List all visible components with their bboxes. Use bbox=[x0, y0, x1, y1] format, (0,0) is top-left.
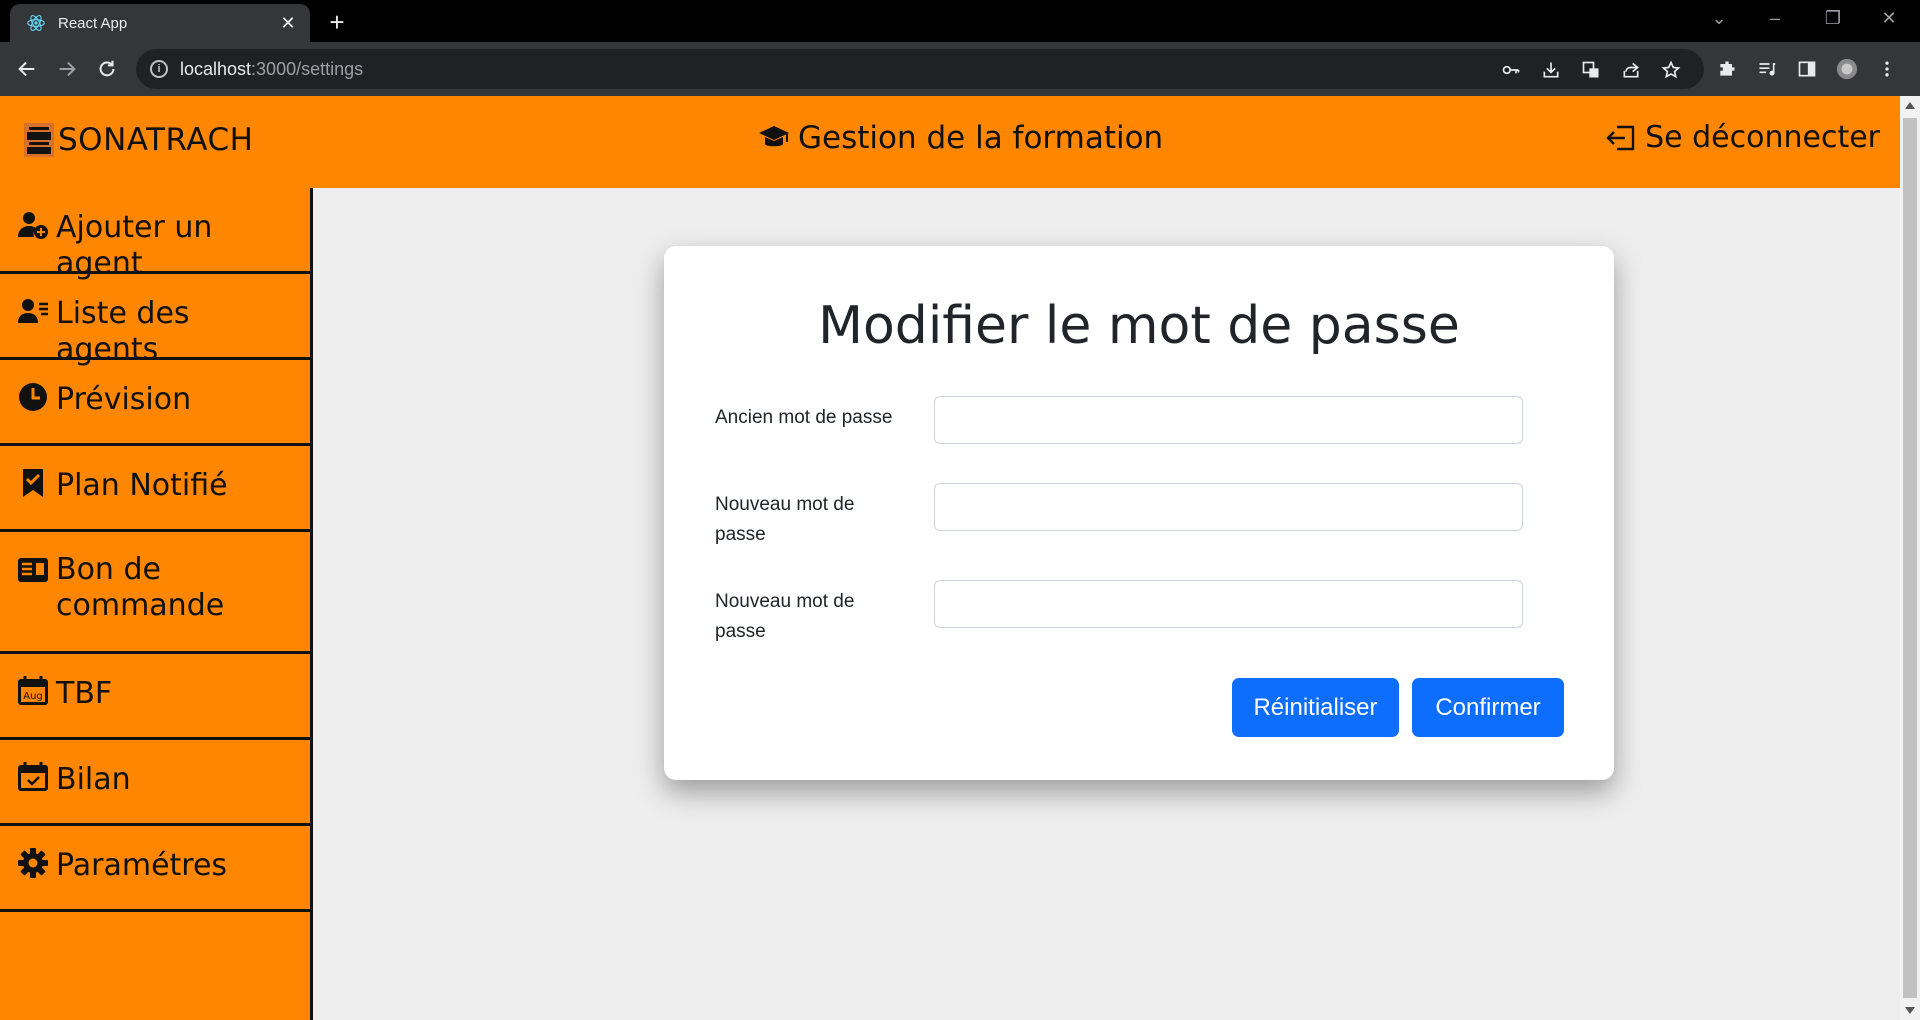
scrollbar-thumb[interactable] bbox=[1903, 118, 1917, 998]
gear-icon bbox=[18, 848, 48, 878]
reload-button[interactable] bbox=[92, 54, 122, 84]
sidebar-item-label: Liste des agents bbox=[56, 296, 190, 367]
new-password-label: Nouveau mot de passe bbox=[715, 494, 855, 545]
browser-tab[interactable]: React App ✕ bbox=[10, 4, 310, 42]
sonatrach-logo bbox=[24, 123, 54, 157]
url-host: localhost bbox=[180, 58, 252, 79]
arrow-right-icon bbox=[59, 61, 76, 77]
star-icon[interactable] bbox=[1660, 59, 1682, 81]
new-password-input[interactable] bbox=[934, 483, 1523, 531]
reload-icon bbox=[99, 60, 115, 77]
sidebar-item-tbf[interactable]: Aug TBF bbox=[0, 654, 310, 740]
clock-icon bbox=[18, 382, 48, 412]
key-icon[interactable] bbox=[1500, 59, 1522, 81]
confirm-password-input[interactable] bbox=[934, 580, 1523, 628]
menu-icon[interactable] bbox=[1876, 58, 1898, 80]
side-panel-icon[interactable] bbox=[1796, 58, 1818, 80]
app-header: SONATRACH Gestion de la formation Se déc… bbox=[0, 96, 1900, 188]
site-info-icon[interactable]: i bbox=[150, 60, 168, 78]
confirm-password-label: Nouveau mot de passe bbox=[715, 591, 855, 642]
sidebar-item-label: Ajouter un agent bbox=[56, 210, 213, 281]
sidebar-item-bon-de-commande[interactable]: Bon de commande bbox=[0, 532, 310, 654]
confirm-button[interactable]: Confirmer bbox=[1412, 678, 1564, 737]
arrow-left-icon bbox=[18, 61, 35, 77]
logout-button[interactable]: Se déconnecter bbox=[1605, 120, 1880, 155]
new-tab-button[interactable]: + bbox=[326, 8, 348, 36]
password-card: Modifier le mot de passe Ancien mot de p… bbox=[664, 246, 1614, 780]
media-icon[interactable] bbox=[1756, 58, 1778, 80]
address-bar[interactable]: i localhost:3000/settings bbox=[136, 49, 1704, 89]
profile-avatar[interactable] bbox=[1836, 58, 1858, 80]
sidebar-item-prevision[interactable]: Prévision bbox=[0, 360, 310, 446]
sidebar-item-label: TBF bbox=[56, 676, 113, 711]
calendar-check-icon bbox=[18, 762, 48, 792]
user-plus-icon bbox=[18, 210, 48, 240]
sidebar-item-add-agent[interactable]: Ajouter un agent bbox=[0, 188, 310, 281]
page-content: SONATRACH Gestion de la formation Se déc… bbox=[0, 96, 1920, 1020]
sidebar: Ajouter un agent Liste des agents Prévis… bbox=[0, 188, 313, 1020]
minimize-button[interactable]: – bbox=[1760, 8, 1790, 29]
sidebar-item-agent-list[interactable]: Liste des agents bbox=[0, 274, 310, 367]
browser-tabstrip: React App ✕ + ⌄ – ❐ ✕ bbox=[0, 0, 1920, 42]
translate-icon[interactable] bbox=[1580, 59, 1602, 81]
logout-icon bbox=[1606, 125, 1635, 150]
page-scrollbar[interactable] bbox=[1900, 96, 1920, 1020]
back-button[interactable] bbox=[12, 54, 42, 84]
scroll-up-icon[interactable] bbox=[1905, 102, 1915, 109]
reset-button[interactable]: Réinitialiser bbox=[1232, 678, 1399, 737]
old-password-input[interactable] bbox=[934, 396, 1523, 444]
sidebar-item-label: Plan Notifié bbox=[56, 468, 228, 503]
extensions-icon[interactable] bbox=[1716, 58, 1738, 80]
window-close-button[interactable]: ✕ bbox=[1874, 8, 1904, 29]
restore-button[interactable]: ❐ bbox=[1818, 8, 1848, 29]
browser-toolbar: i localhost:3000/settings bbox=[0, 42, 1920, 96]
svg-text:Aug: Aug bbox=[23, 691, 43, 702]
react-icon bbox=[27, 15, 45, 31]
share-icon[interactable] bbox=[1620, 59, 1642, 81]
sidebar-item-plan-notifie[interactable]: Plan Notifié bbox=[0, 446, 310, 532]
bookmark-check-icon bbox=[18, 468, 48, 498]
sidebar-item-label: Paramétres bbox=[56, 848, 228, 883]
sidebar-item-label: Bilan bbox=[56, 762, 131, 797]
install-icon[interactable] bbox=[1540, 59, 1562, 81]
sidebar-item-label: Prévision bbox=[56, 382, 192, 417]
tab-close-icon[interactable]: ✕ bbox=[278, 13, 298, 34]
scroll-down-icon[interactable] bbox=[1905, 1007, 1915, 1014]
sidebar-item-label: Bon de commande bbox=[56, 552, 225, 623]
brand-name: SONATRACH bbox=[58, 122, 254, 158]
header-title-text: Gestion de la formation bbox=[798, 120, 1164, 156]
calendar-aug-icon: Aug bbox=[18, 676, 48, 706]
tab-title: React App bbox=[58, 14, 128, 32]
sidebar-item-bilan[interactable]: Bilan bbox=[0, 740, 310, 826]
old-password-label: Ancien mot de passe bbox=[715, 407, 893, 428]
graduation-cap-icon bbox=[759, 126, 789, 147]
logout-label: Se déconnecter bbox=[1645, 120, 1880, 155]
sidebar-item-parametres[interactable]: Paramétres bbox=[0, 826, 310, 912]
brand[interactable]: SONATRACH bbox=[24, 122, 253, 158]
user-list-icon bbox=[18, 296, 48, 326]
header-title: Gestion de la formation bbox=[758, 120, 1163, 156]
form-title: Modifier le mot de passe bbox=[818, 296, 1460, 356]
url-path: :3000/settings bbox=[251, 58, 364, 79]
tab-search-icon[interactable]: ⌄ bbox=[1704, 8, 1734, 29]
forward-button[interactable] bbox=[52, 54, 82, 84]
